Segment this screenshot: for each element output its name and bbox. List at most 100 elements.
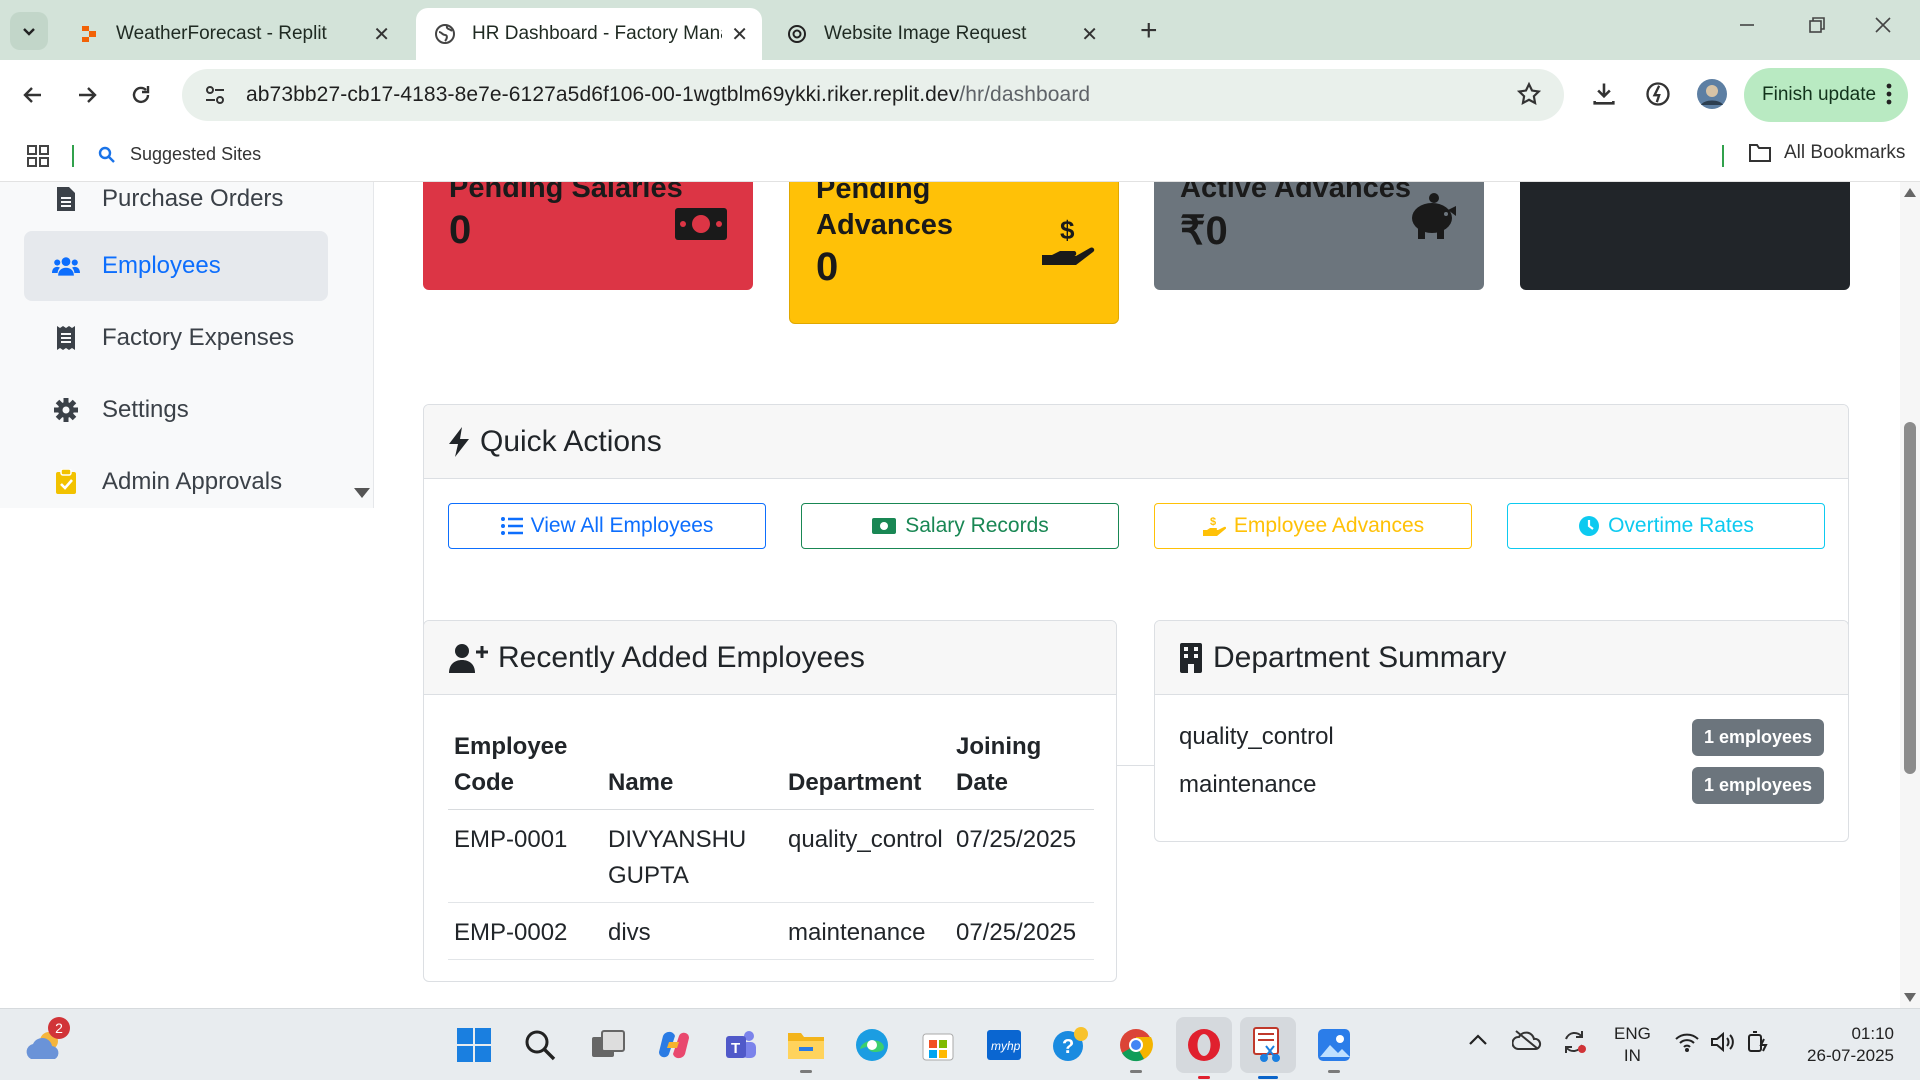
users-icon <box>52 254 80 278</box>
sidebar-item-label: Factory Expenses <box>102 324 295 351</box>
opera-icon <box>1188 1029 1220 1061</box>
hand-holding-dollar-icon: $ <box>1040 215 1096 276</box>
salary-records-button[interactable]: Salary Records <box>801 503 1119 549</box>
photos-app[interactable] <box>1312 1023 1356 1073</box>
running-indicator <box>800 1070 812 1073</box>
edge-app[interactable] <box>850 1023 894 1067</box>
more-vert-icon[interactable] <box>1886 82 1892 112</box>
minimize-icon[interactable] <box>1738 14 1756 40</box>
close-window-icon[interactable] <box>1874 14 1892 40</box>
download-icon[interactable] <box>1590 80 1618 113</box>
start-button[interactable] <box>452 1023 496 1067</box>
close-tab-icon[interactable]: ✕ <box>373 22 390 47</box>
divider <box>1722 145 1724 167</box>
bookmark-star-icon[interactable] <box>1516 81 1542 112</box>
site-info-icon[interactable] <box>204 84 226 106</box>
close-tab-icon[interactable]: ✕ <box>1081 22 1098 47</box>
myhp-app[interactable]: myhp <box>982 1023 1026 1067</box>
apps-grid-icon[interactable] <box>26 144 50 173</box>
bookmark-label: Suggested Sites <box>130 144 262 164</box>
sidebar-item-settings[interactable]: Settings <box>24 375 328 445</box>
running-indicator <box>1258 1076 1278 1079</box>
file-explorer-app[interactable] <box>784 1023 828 1073</box>
show-hidden-icons-chevron[interactable] <box>1468 1031 1488 1052</box>
reload-icon[interactable] <box>126 80 156 110</box>
sidebar-scroll-down-icon[interactable] <box>354 488 370 498</box>
sidebar-item-admin-approvals[interactable]: Admin Approvals <box>24 447 328 517</box>
table-row: EMP-0001 DIVYANSHU GUPTA quality_control… <box>448 809 1094 903</box>
tab-hr-dashboard[interactable]: HR Dashboard - Factory Manag ✕ <box>416 8 762 60</box>
tab-website-image-request[interactable]: Website Image Request ✕ <box>768 8 1112 60</box>
profile-avatar[interactable] <box>1696 78 1728 115</box>
back-icon[interactable] <box>18 80 48 110</box>
url-text: ab73bb27-cb17-4183-8e7e-6127a5d6f106-00-… <box>246 83 1090 107</box>
sidebar: Purchase Orders Employees Factory Expens… <box>0 182 374 508</box>
stat-card-pending-salaries: Pending Salaries 0 <box>423 182 753 290</box>
view-all-employees-button[interactable]: View All Employees <box>448 503 766 549</box>
sidebar-item-factory-expenses[interactable]: Factory Expenses <box>24 303 328 373</box>
clock-date: 26-07-2025 <box>1807 1046 1894 1065</box>
employee-name: divs <box>602 902 782 960</box>
scrollbar-thumb[interactable] <box>1904 422 1916 774</box>
close-tab-icon[interactable]: ✕ <box>731 22 748 47</box>
department-row: quality_control 1 employees <box>1179 717 1824 757</box>
finish-update-button[interactable]: Finish update <box>1744 68 1908 122</box>
weather-widget[interactable]: 2 <box>24 1017 70 1067</box>
file-invoice-icon <box>52 186 80 212</box>
taskbar-search[interactable] <box>518 1023 562 1067</box>
sidebar-item-employees[interactable]: Employees <box>24 231 328 301</box>
tab-weatherforecast[interactable]: WeatherForecast - Replit ✕ <box>60 8 404 60</box>
scroll-up-icon[interactable] <box>1904 188 1916 197</box>
folder-icon <box>1749 144 1771 162</box>
edge-icon <box>856 1029 888 1061</box>
employees-table: Employee Code Name Department Joining Da… <box>448 721 1094 960</box>
performance-icon[interactable] <box>1644 80 1672 113</box>
stat-label: Pending Advances <box>816 182 954 241</box>
battery-charging-icon[interactable] <box>1746 1029 1772 1060</box>
overtime-rates-button[interactable]: Overtime Rates <box>1507 503 1825 549</box>
copilot-app[interactable] <box>652 1023 696 1067</box>
list-icon <box>500 517 523 535</box>
store-app[interactable] <box>916 1023 960 1067</box>
wifi-icon[interactable] <box>1674 1031 1700 1058</box>
stat-card-pending-advances: Pending Advances 0 $ <box>789 182 1119 324</box>
language-indicator[interactable]: ENG IN <box>1614 1023 1651 1067</box>
tab-title: Website Image Request <box>824 23 1027 44</box>
clipboard-check-icon <box>52 469 80 495</box>
chrome-app[interactable] <box>1114 1023 1158 1073</box>
bookmark-suggested-sites[interactable]: Suggested Sites <box>98 144 261 165</box>
onedrive-icon[interactable] <box>1511 1029 1542 1056</box>
clock-icon <box>1579 516 1600 536</box>
replit-icon <box>78 23 100 45</box>
new-tab-button[interactable]: + <box>1140 14 1158 48</box>
department-name: quality_control <box>1179 723 1334 750</box>
sync-icon[interactable] <box>1560 1029 1588 1060</box>
photos-icon <box>1318 1029 1350 1061</box>
finish-update-label: Finish update <box>1762 84 1877 105</box>
tab-search-button[interactable] <box>10 12 48 50</box>
recent-employees-header: Recently Added Employees <box>424 621 1116 695</box>
department-summary-card: Department Summary quality_control 1 emp… <box>1154 620 1849 842</box>
search-icon <box>98 146 115 163</box>
forward-icon[interactable] <box>72 80 102 110</box>
browser-tab-strip: WeatherForecast - Replit ✕ HR Dashboard … <box>0 0 1920 60</box>
address-bar[interactable]: ab73bb27-cb17-4183-8e7e-6127a5d6f106-00-… <box>182 69 1564 121</box>
scroll-down-icon[interactable] <box>1904 993 1916 1002</box>
volume-icon[interactable] <box>1710 1031 1736 1058</box>
snipping-tool-app[interactable] <box>1240 1017 1296 1079</box>
restore-icon[interactable] <box>1808 14 1826 40</box>
task-view-icon <box>592 1030 625 1057</box>
sidebar-item-label: Employees <box>102 252 221 279</box>
all-bookmarks-button[interactable]: All Bookmarks <box>1748 142 1905 164</box>
sidebar-item-purchase-orders[interactable]: Purchase Orders <box>24 182 328 234</box>
opera-app[interactable] <box>1176 1017 1232 1079</box>
employee-advances-button[interactable]: $ Employee Advances <box>1154 503 1472 549</box>
page-scrollbar[interactable] <box>1900 182 1920 1008</box>
task-view-button[interactable] <box>586 1023 630 1067</box>
get-help-app[interactable]: ? <box>1048 1023 1092 1067</box>
department-row: maintenance 1 employees <box>1179 765 1824 805</box>
url-path: /hr/dashboard <box>959 83 1091 106</box>
clock[interactable]: 01:10 26-07-2025 <box>1790 1023 1894 1067</box>
region-code: IN <box>1623 1046 1641 1065</box>
teams-app[interactable]: T <box>718 1023 762 1067</box>
